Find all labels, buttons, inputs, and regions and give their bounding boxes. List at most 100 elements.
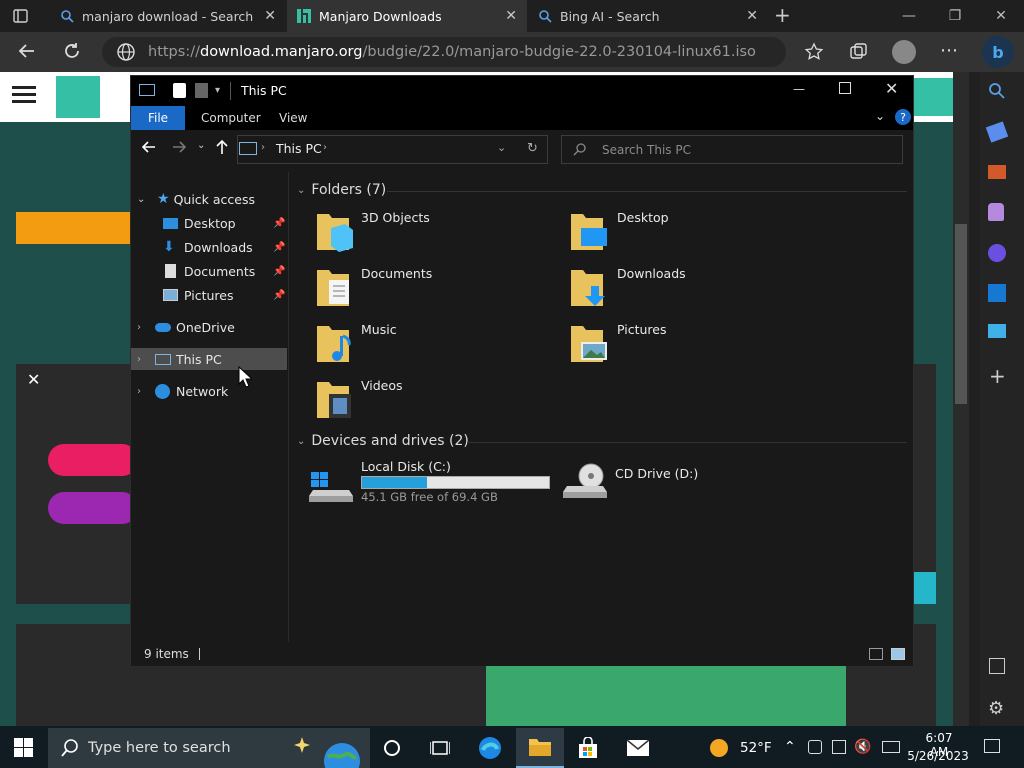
nav-onedrive[interactable]: › OneDrive	[131, 316, 287, 338]
nav-desktop[interactable]: Desktop 📌	[131, 212, 287, 234]
close-icon[interactable]: ✕	[746, 8, 758, 24]
tab-manjaro-downloads[interactable]: Manjaro Downloads ✕	[287, 0, 527, 32]
weather-temperature[interactable]: 52°F	[740, 740, 772, 756]
device-icon[interactable]	[808, 740, 822, 754]
tools-icon[interactable]	[988, 165, 1006, 179]
pin-icon[interactable]: 📌	[273, 266, 285, 277]
nav-this-pc[interactable]: › This PC	[131, 348, 287, 370]
cortana-icon[interactable]	[368, 728, 416, 768]
close-window-button[interactable]: ✕	[978, 0, 1024, 32]
store-icon[interactable]	[564, 728, 612, 768]
clock-date[interactable]: 5/26/2023	[904, 749, 972, 763]
recent-locations-dropdown[interactable]: ⌄	[197, 140, 205, 151]
tab-view[interactable]: View	[269, 106, 317, 130]
edge-browser-icon[interactable]	[466, 728, 514, 768]
folder-3d-objects[interactable]: 3D Objects	[315, 210, 430, 254]
address-bar[interactable]: https://download.manjaro.org/budgie/22.0…	[102, 37, 786, 67]
chevron-right-icon[interactable]: ›	[137, 386, 147, 397]
refresh-icon[interactable]: ↻	[527, 141, 538, 156]
favorites-icon[interactable]	[804, 42, 824, 62]
bing-chat-icon[interactable]: b	[982, 36, 1014, 68]
explorer-maximize-button[interactable]	[839, 82, 851, 94]
nav-downloads[interactable]: ⬇ Downloads 📌	[131, 236, 287, 258]
drives-group-header[interactable]: ⌄ Devices and drives (2)	[297, 433, 469, 449]
tiles-view-icon[interactable]	[891, 648, 905, 660]
pin-icon[interactable]: 📌	[273, 290, 285, 301]
outlook-icon[interactable]	[988, 284, 1006, 302]
globe-icon[interactable]	[116, 42, 136, 62]
site-search-button[interactable]	[914, 78, 953, 116]
folder-pictures[interactable]: Pictures	[569, 322, 667, 366]
nav-pictures[interactable]: Pictures 📌	[131, 284, 287, 306]
add-sidebar-icon[interactable]: +	[989, 364, 1006, 388]
purple-button[interactable]	[48, 492, 138, 524]
quick-access-toolbar-dropdown[interactable]: ▾	[215, 85, 220, 96]
close-icon[interactable]: ✕	[264, 8, 276, 24]
folders-group-header[interactable]: ⌄ Folders (7)	[297, 182, 386, 198]
modal-close-icon[interactable]: ✕	[27, 370, 40, 389]
nav-network[interactable]: › Network	[131, 380, 287, 402]
search-this-pc-input[interactable]: Search This PC	[561, 135, 903, 164]
folder-videos[interactable]: Videos	[315, 378, 403, 422]
minimize-button[interactable]: —	[886, 0, 932, 32]
task-view-icon[interactable]	[416, 728, 464, 768]
folder-desktop[interactable]: Desktop	[569, 210, 669, 254]
games-icon[interactable]	[988, 203, 1004, 221]
explorer-minimize-button[interactable]: —	[793, 82, 805, 96]
cd-drive-icon[interactable]	[563, 462, 609, 502]
path-dropdown-icon[interactable]: ⌄	[497, 141, 506, 154]
restore-button[interactable]: ❐	[932, 0, 978, 32]
local-disk-label[interactable]: Local Disk (C:)	[361, 459, 451, 474]
tab-manjaro-search[interactable]: manjaro download - Search ✕	[50, 0, 286, 32]
back-arrow-icon[interactable]	[16, 41, 38, 61]
nav-documents[interactable]: Documents 📌	[131, 260, 287, 282]
pink-button[interactable]	[48, 444, 138, 476]
keyboard-icon[interactable]	[882, 741, 900, 753]
chevron-right-icon[interactable]: ›	[137, 354, 147, 365]
back-arrow-icon[interactable]	[141, 140, 157, 154]
profile-avatar[interactable]	[892, 40, 916, 64]
windows-start-icon[interactable]	[14, 738, 34, 758]
cd-drive-label[interactable]: CD Drive (D:)	[615, 466, 698, 481]
collections-icon[interactable]	[848, 42, 868, 62]
tab-actions-icon[interactable]	[10, 6, 34, 26]
breadcrumb-this-pc[interactable]: This PC	[276, 141, 322, 156]
scrollbar-thumb[interactable]	[955, 224, 967, 404]
microsoft365-icon[interactable]	[988, 244, 1006, 262]
folder-music[interactable]: Music	[315, 322, 397, 366]
folder-downloads[interactable]: Downloads	[569, 266, 686, 310]
sidebar-toggle-icon[interactable]	[989, 658, 1005, 674]
details-view-icon[interactable]	[869, 648, 883, 660]
close-icon[interactable]: ✕	[505, 8, 517, 24]
chevron-up-icon[interactable]: ⌃	[784, 739, 796, 755]
help-icon[interactable]: ?	[895, 109, 911, 125]
tab-file[interactable]: File	[131, 106, 185, 130]
tab-computer[interactable]: Computer	[191, 106, 271, 130]
download-button[interactable]	[16, 212, 136, 244]
teal-button[interactable]	[914, 572, 936, 604]
weather-icon[interactable]	[708, 737, 730, 759]
network-tray-icon[interactable]	[832, 740, 846, 754]
chevron-right-icon[interactable]: ›	[137, 322, 147, 333]
tab-bing-ai[interactable]: Bing AI - Search ✕	[528, 0, 768, 32]
new-folder-icon[interactable]	[195, 83, 208, 98]
volume-muted-icon[interactable]: 🔇	[854, 739, 871, 755]
hamburger-menu-icon[interactable]	[12, 84, 38, 106]
new-tab-button[interactable]: +	[774, 5, 794, 26]
mail-icon[interactable]	[614, 728, 662, 768]
expand-ribbon-icon[interactable]: ⌄	[875, 109, 885, 123]
forward-arrow-icon[interactable]	[171, 140, 187, 154]
drop-icon[interactable]	[988, 324, 1006, 338]
notification-center-icon[interactable]	[984, 739, 1000, 753]
search-icon[interactable]	[988, 82, 1006, 100]
settings-gear-icon[interactable]: ⚙	[988, 698, 1004, 719]
refresh-icon[interactable]	[61, 41, 83, 61]
chevron-down-icon[interactable]: ⌄	[137, 194, 147, 205]
local-disk-icon[interactable]	[309, 468, 355, 504]
more-options-icon[interactable]: ⋯	[940, 40, 958, 61]
folder-documents[interactable]: Documents	[315, 266, 432, 310]
search-highlights-icon[interactable]	[292, 733, 368, 768]
pin-icon[interactable]: 📌	[273, 218, 285, 229]
explorer-close-button[interactable]: ✕	[885, 79, 898, 98]
file-explorer-icon[interactable]	[516, 728, 564, 768]
